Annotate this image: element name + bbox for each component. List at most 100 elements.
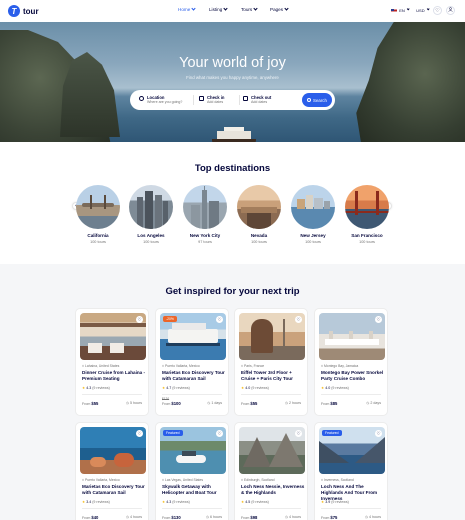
tour-location-text: Edinburgh, Scotland: [243, 478, 275, 482]
nav-item-tours[interactable]: Tours: [241, 6, 258, 12]
tour-duration: ◷ 4 hours: [126, 515, 142, 519]
divider: [193, 95, 194, 105]
location-field[interactable]: Location Where are you going?: [139, 95, 182, 105]
heart-icon[interactable]: ♡: [375, 430, 382, 437]
destination-image-nevada: [237, 185, 281, 229]
chevron-down-icon: [284, 6, 289, 11]
tour-location: ⌾ Edinburgh, Scotland: [241, 478, 275, 482]
price-value: $85: [330, 401, 338, 406]
tour-duration: ◷ 6 hours: [206, 515, 222, 519]
star-icon: ★: [241, 500, 245, 504]
divider: [82, 394, 142, 395]
star-icon: ★: [321, 500, 325, 504]
checkout-placeholder: Add dates: [251, 100, 268, 104]
tour-card[interactable]: ♡ ⌾ Lahaina, United States Dinner Cruise…: [75, 308, 149, 416]
divider: [321, 394, 381, 395]
destination-card[interactable]: New York City 97 tours: [183, 185, 227, 244]
account-button[interactable]: [446, 6, 455, 15]
nav-item-listing[interactable]: Listing: [209, 6, 228, 12]
rating-value: 3.4: [86, 500, 92, 504]
destination-image-los-angeles: [129, 185, 173, 229]
tour-image: ♡: [80, 313, 146, 360]
duration-text: 4 hours: [130, 515, 142, 519]
tour-price: From $75: [321, 515, 337, 520]
logo[interactable]: T tour: [8, 5, 39, 17]
price-label: From: [162, 516, 171, 520]
user-icon: [448, 7, 453, 14]
review-count: (9 reviews): [92, 386, 110, 390]
heart-icon[interactable]: ♡: [136, 430, 143, 437]
heart-icon[interactable]: ♡: [375, 316, 382, 323]
heart-icon[interactable]: ♡: [136, 316, 143, 323]
divider: [239, 95, 240, 105]
tour-price: From $98: [241, 515, 257, 520]
duration-text: 2 hours: [289, 401, 301, 405]
tour-price: From $55: [241, 401, 257, 406]
star-icon: ★: [162, 386, 166, 390]
review-count: (9 reviews): [331, 500, 349, 504]
site-header: T tour Home Listing Tours Pages EN USD ♡: [0, 0, 465, 22]
destination-name: California: [87, 233, 109, 238]
tour-location-text: Puerto Vallarta, Mexico: [84, 478, 120, 482]
tour-card[interactable]: ♡ ⌾ Paris, France Eiffel Tower 3rd Floor…: [234, 308, 308, 416]
destination-image-san-francisco: [345, 185, 389, 229]
heart-icon[interactable]: ♡: [216, 430, 223, 437]
tour-card[interactable]: ♡ ⌾ Edinburgh, Scotland Loch Ness Nessie…: [234, 422, 308, 520]
destination-card[interactable]: New Jersey 100 tours: [291, 185, 335, 244]
review-count: (9 reviews): [251, 386, 269, 390]
hero-boat-image: [212, 126, 256, 142]
destination-card[interactable]: Nevada 100 tours: [237, 185, 281, 244]
tour-duration: ◷ 4 hours: [365, 515, 381, 519]
language-selector[interactable]: EN: [391, 7, 410, 13]
tour-card[interactable]: ♡ ⌾ Montego Bay, Jamaica Montego Bay Pow…: [314, 308, 388, 416]
tour-title: Marietas Eco Discovery Tour with Catamar…: [82, 484, 145, 495]
duration-text: 1 days: [211, 401, 222, 405]
tour-price: From $130: [162, 515, 181, 520]
tour-image: ♡: [319, 313, 385, 360]
logo-text: tour: [23, 6, 39, 16]
checkin-field[interactable]: Check in Add dates: [199, 95, 224, 105]
tour-card[interactable]: -20% ♡ ⌾ Puerto Vallarta, Mexico Marieta…: [155, 308, 229, 416]
tour-card[interactable]: Featured ♡ ⌾ Inverness, Scotland Loch Ne…: [314, 422, 388, 520]
destination-card[interactable]: California 100 tours: [76, 185, 120, 244]
tour-image: -20% ♡: [160, 313, 226, 360]
tour-price: From $100: [162, 401, 181, 406]
price-value: $130: [171, 515, 181, 520]
duration-text: 6 hours: [210, 515, 222, 519]
hero-banner: Your world of joy Find what makes you ha…: [0, 22, 465, 142]
chevron-down-icon: [406, 7, 410, 12]
chevron-down-icon: [223, 6, 228, 11]
currency-selector[interactable]: USD: [416, 7, 430, 13]
heart-icon[interactable]: ♡: [216, 316, 223, 323]
price-label: From: [321, 402, 330, 406]
nav-label: Tours: [241, 7, 253, 12]
tour-price: From $85: [321, 401, 337, 406]
tour-rating: ★ 4.0 (9 reviews): [321, 386, 349, 390]
destination-card[interactable]: Los Angeles 100 tours: [129, 185, 173, 244]
currency-label: USD: [416, 8, 425, 13]
divider: [241, 508, 301, 509]
tour-card[interactable]: ♡ ⌾ Puerto Vallarta, Mexico Marietas Eco…: [75, 422, 149, 520]
nav-label: Pages: [270, 7, 284, 12]
price-value: $100: [171, 401, 181, 406]
duration-text: 4 hours: [369, 515, 381, 519]
tour-title: Eiffel Tower 3rd Floor + Cruise + Paris …: [241, 370, 293, 381]
tour-location: ⌾ Paris, France: [241, 364, 264, 368]
tour-image: Featured ♡: [319, 427, 385, 474]
tour-card[interactable]: Featured ♡ ⌾ Las Vegas, United States Sk…: [155, 422, 229, 520]
heart-icon[interactable]: ♡: [295, 316, 302, 323]
heart-icon[interactable]: ♡: [295, 430, 302, 437]
tour-duration: ◷ 4 hours: [285, 515, 301, 519]
rating-value: 4.0: [245, 386, 251, 390]
rating-value: 4.7: [166, 386, 172, 390]
search-button[interactable]: Search: [302, 93, 332, 107]
price-label: From: [241, 402, 250, 406]
destination-card[interactable]: San Francisco 100 tours: [345, 185, 389, 244]
checkout-field[interactable]: Check out Add dates: [243, 95, 271, 105]
divider: [321, 508, 381, 509]
tour-duration: ◷ 5 hours: [126, 401, 142, 405]
divider: [82, 508, 142, 509]
wishlist-button[interactable]: ♡: [433, 6, 442, 15]
nav-item-pages[interactable]: Pages: [270, 6, 289, 12]
nav-item-home[interactable]: Home: [178, 6, 196, 12]
